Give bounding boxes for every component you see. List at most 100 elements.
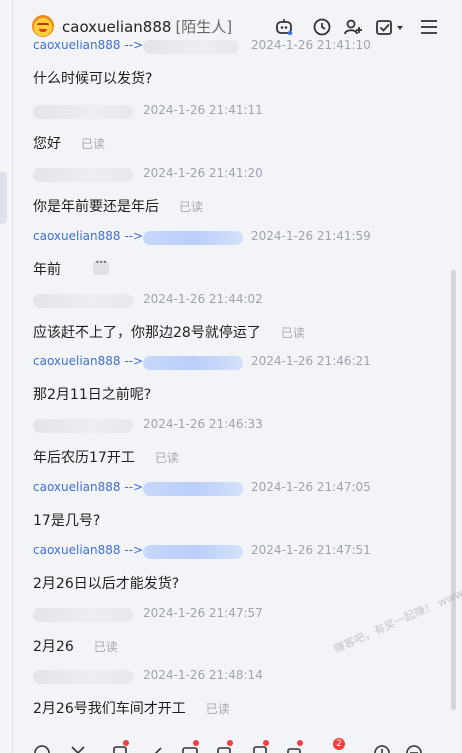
message-time: 2024-1-26 21:41:20 [143,166,263,180]
message-meta: caoxuelian888 --> 2024-1-26 21:41:10 [33,40,443,56]
message-text: 年前 [33,258,443,279]
message-body: 应该赶不上了，你那边28号就停运了 [33,325,261,341]
message-time: 2024-1-26 21:47:51 [251,543,371,557]
history-icon[interactable] [311,16,333,38]
add-circle-icon[interactable] [373,744,391,753]
message-text: 2月26 已读 [33,636,443,656]
message-time: 2024-1-26 21:41:10 [251,40,371,52]
message-meta: caoxuelian888 --> 2024-1-26 21:41:59 [33,229,443,247]
message-meta: caoxuelian888 --> 2024-1-26 21:47:51 [33,543,443,561]
minus-circle-icon[interactable] [405,744,423,753]
redacted-name [33,419,133,433]
message-item: 2024-1-26 21:44:02 应该赶不上了，你那边28号就停运了 已读 [33,292,443,342]
collapse-handle[interactable] [0,172,7,224]
message-body: 17是几号? [33,513,101,529]
message-meta: 2024-1-26 21:48:14 [33,668,443,686]
message-sender: caoxuelian888 --> [33,40,144,52]
message-body: 2月26号我们车间才开工 [33,701,186,717]
message-body: 2月26 [33,639,74,655]
read-receipt: 已读 [205,702,230,716]
redacted-name [143,231,243,245]
notification-dot [123,740,129,746]
message-item: caoxuelian888 --> 2024-1-26 21:47:05 17是… [33,480,443,530]
read-receipt: 已读 [154,451,179,465]
message-time: 2024-1-26 21:41:11 [143,103,263,117]
message-time: 2024-1-26 21:47:57 [143,606,263,620]
contact-tag: [陌生人] [175,18,233,36]
message-body: 2月26日以后才能发货? [33,576,180,592]
message-time: 2024-1-26 21:41:59 [251,229,371,243]
message-text: 17是几号? [33,510,443,530]
message-body: 那2月11日之前呢? [33,387,152,403]
message-time: 2024-1-26 21:46:33 [143,417,263,431]
message-item: 2024-1-26 21:46:33 年后农历17开工 已读 [33,417,443,467]
read-receipt: 已读 [280,326,305,340]
message-text: 2月26号我们车间才开工 已读 [33,698,443,718]
message-sender: caoxuelian888 --> [33,543,144,557]
scissors-icon[interactable] [69,744,87,753]
menu-icon[interactable] [418,16,440,38]
message-meta: caoxuelian888 --> 2024-1-26 21:46:21 [33,354,443,372]
message-item: 2024-1-26 21:41:20 你是年前要还是年后 已读 [33,166,443,216]
add-contact-icon[interactable] [342,16,364,38]
left-strip [0,0,12,753]
message-sender: caoxuelian888 --> [33,354,144,368]
message-meta: 2024-1-26 21:41:20 [33,166,443,184]
message-time: 2024-1-26 21:46:21 [251,354,371,368]
message-body: 您好 [33,136,61,152]
message-text: 应该赶不上了，你那边28号就停运了 已读 [33,322,443,342]
notification-dot [227,740,233,746]
contact-title: caoxuelian888 [陌生人] [62,16,232,37]
contact-name: caoxuelian888 [62,18,172,36]
notification-dot [193,740,199,746]
message-time: 2024-1-26 21:48:14 [143,668,263,682]
redacted-name [143,482,243,496]
notification-dot [263,740,269,746]
message-meta: 2024-1-26 21:44:02 [33,292,443,310]
message-meta: 2024-1-26 21:46:33 [33,417,443,435]
message-time: 2024-1-26 21:47:05 [251,480,371,494]
redacted-name [143,545,243,559]
message-item: caoxuelian888 --> 2024-1-26 21:41:59 年前 [33,229,443,279]
redacted-name [143,40,239,54]
message-text: 那2月11日之前呢? [33,384,443,404]
redacted-name [33,608,133,622]
message-meta: caoxuelian888 --> 2024-1-26 21:47:05 [33,480,443,498]
robot-icon[interactable] [273,16,295,38]
message-time: 2024-1-26 21:44:02 [143,292,263,306]
message-sender: caoxuelian888 --> [33,229,144,243]
emoji-icon[interactable] [33,744,51,753]
message-body: 你是年前要还是年后 [33,199,159,215]
redacted-name [33,294,133,308]
message-item: 2024-1-26 21:41:11 您好 已读 [33,103,443,153]
message-sender: caoxuelian888 --> [33,480,144,494]
message-body: 年后农历17开工 [33,450,135,466]
message-item: 2024-1-26 21:48:14 2月26号我们车间才开工 已读 [33,668,443,718]
read-receipt: 已读 [81,137,106,151]
avatar[interactable] [32,15,54,37]
message-text: 2月26日以后才能发货? [33,573,443,593]
redacted-name [143,356,243,370]
redacted-name [33,168,133,182]
task-check-icon[interactable] [374,16,396,38]
read-receipt: 已读 [179,200,204,214]
message-item: caoxuelian888 --> 2024-1-26 21:46:21 那2月… [33,354,443,404]
chat-panel: caoxuelian888 [陌生人] caoxuelian888 --> 202… [12,0,462,753]
scrollbar[interactable] [451,270,456,710]
message-text: 年后农历17开工 已读 [33,447,443,467]
more-options-button[interactable] [93,258,109,275]
redacted-name [33,105,133,119]
message-body: 什么时候可以发货? [33,71,153,87]
magic-wand-icon[interactable] [147,744,165,753]
message-text: 您好 已读 [33,133,443,153]
message-item: caoxuelian888 --> 2024-1-26 21:47:51 2月2… [33,543,443,593]
unread-badge: 2 [333,738,345,750]
message-body: 年前 [33,262,61,278]
redacted-name [33,670,133,684]
read-receipt: 已读 [93,640,118,654]
message-item: caoxuelian888 --> 2024-1-26 21:41:10 什么时… [33,40,443,88]
chevron-down-icon[interactable] [395,16,405,38]
message-text: 什么时候可以发货? [33,68,443,88]
message-text: 你是年前要还是年后 已读 [33,196,443,216]
input-toolbar: 2 [13,738,459,753]
